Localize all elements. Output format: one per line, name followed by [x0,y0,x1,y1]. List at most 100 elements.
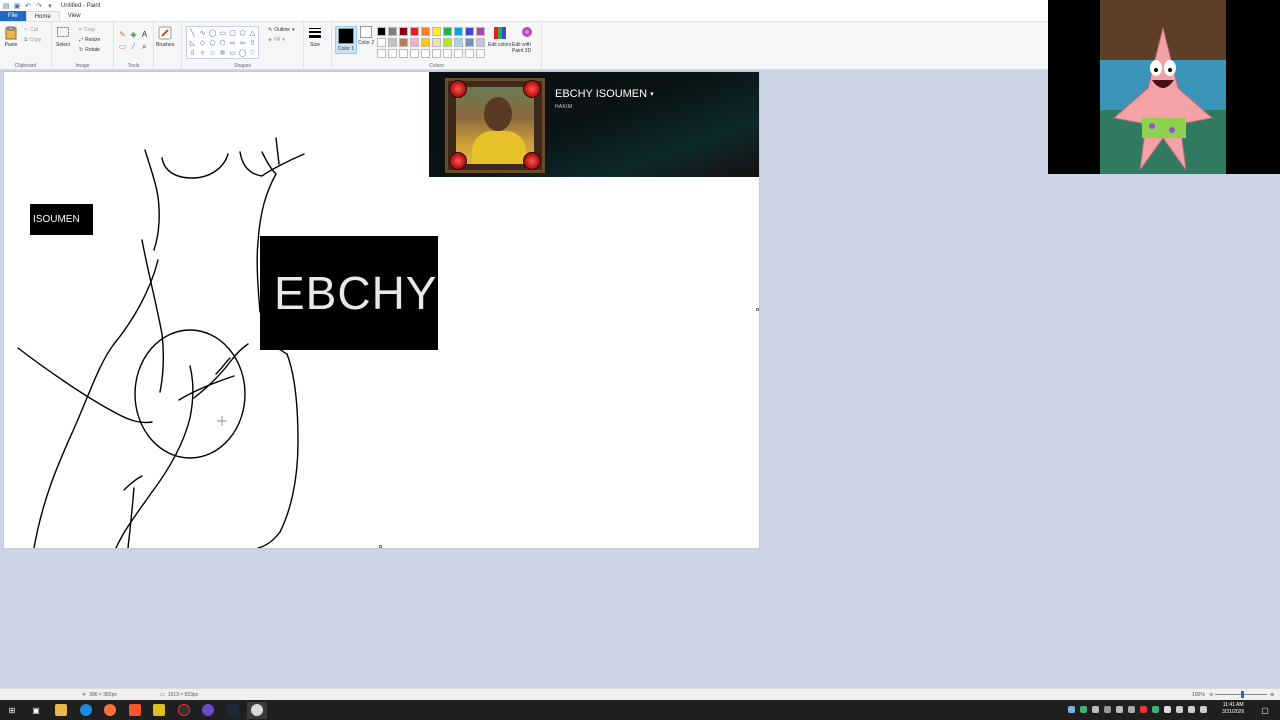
tray-mic-icon[interactable] [1104,706,1111,713]
fill-bucket-icon[interactable]: ◈ [129,30,138,39]
palette-swatch[interactable] [410,38,419,47]
outline-dropdown[interactable]: ✎ Outline ▾ [268,27,295,33]
palette-swatch[interactable] [476,49,485,58]
palette-swatch[interactable] [454,49,463,58]
notes-app-icon[interactable] [153,704,165,716]
palette-swatch[interactable] [388,49,397,58]
tray-speaker-icon[interactable] [1176,706,1183,713]
arrow-up-shape-icon[interactable]: ⇧ [248,38,257,47]
task-view-icon[interactable]: ▣ [30,704,42,716]
size-button[interactable]: Size [308,26,322,48]
tab-file[interactable]: File [0,11,26,21]
undo-icon[interactable]: ↶ [24,2,32,10]
zoom-out-icon[interactable]: ⊖ [1209,692,1213,698]
firefox-icon[interactable] [104,704,116,716]
tray-battery-icon[interactable] [1188,706,1195,713]
paste-button[interactable]: Paste [4,26,18,48]
save-icon[interactable]: ▣ [13,2,21,10]
magnifier-icon[interactable]: ⌕ [140,42,149,51]
copy-button[interactable]: ⧉ Copy [24,37,41,43]
palette-swatch[interactable] [454,38,463,47]
hexagon-shape-icon[interactable]: ⬡ [218,38,227,47]
palette-swatch[interactable] [388,38,397,47]
edge-icon[interactable] [80,704,92,716]
palette-swatch[interactable] [432,27,441,36]
star-five-shape-icon[interactable]: ☆ [208,48,217,57]
heart-shape-icon[interactable]: ♡ [248,48,257,57]
right-triangle-shape-icon[interactable]: ◺ [188,38,197,47]
palette-swatch[interactable] [432,49,441,58]
arrow-left-shape-icon[interactable]: ⇦ [238,38,247,47]
taskbar-clock[interactable]: 11:41 AM 3/31/2026 [1222,702,1244,716]
discord-icon[interactable] [202,704,214,716]
palette-swatch[interactable] [410,27,419,36]
obs-icon[interactable] [178,704,190,716]
canvas-resize-handle-bottom[interactable] [379,545,382,548]
palette-swatch[interactable] [465,49,474,58]
palette-swatch[interactable] [421,38,430,47]
palette-swatch[interactable] [443,49,452,58]
palette-swatch[interactable] [377,49,386,58]
pentagon-shape-icon[interactable]: ⬠ [208,38,217,47]
eraser-icon[interactable]: ▭ [118,42,127,51]
edit-colors-button[interactable]: Edit colors [488,26,511,48]
tray-network-icon[interactable] [1068,706,1075,713]
palette-swatch[interactable] [421,49,430,58]
palette-swatch[interactable] [410,49,419,58]
tray-volume-icon[interactable] [1116,706,1123,713]
palette-swatch[interactable] [377,27,386,36]
callout-oval-shape-icon[interactable]: ◯ [238,48,247,57]
redo-icon[interactable]: ↷ [35,2,43,10]
palette-swatch[interactable] [377,38,386,47]
palette-swatch[interactable] [476,27,485,36]
zoom-slider-thumb[interactable] [1241,691,1244,698]
profile-name[interactable]: EBCHY ISOUMEN ▾ [555,88,654,100]
oval-shape-icon[interactable]: ◯ [208,28,217,37]
zoom-in-icon[interactable]: ⊕ [1270,692,1274,698]
select-button[interactable]: Select [56,26,70,48]
paint-taskbar-icon[interactable] [251,704,263,716]
tray-app-icon-2[interactable] [1128,706,1135,713]
rounded-rectangle-shape-icon[interactable]: ▢ [228,28,237,37]
text-tool-icon[interactable]: A [140,30,149,39]
tray-wifi-icon[interactable] [1164,706,1171,713]
canvas-resize-handle-right[interactable] [756,308,759,311]
pencil-icon[interactable]: ✎ [118,30,127,39]
steam-icon[interactable] [227,704,239,716]
crop-button[interactable]: ⌗ Crop [79,27,95,33]
tab-view[interactable]: View [60,11,89,21]
edit-paint3d-button[interactable]: Edit with Paint 3D [512,26,541,54]
file-explorer-icon[interactable] [55,704,67,716]
callout-rect-shape-icon[interactable]: ▭ [228,48,237,57]
palette-swatch[interactable] [443,38,452,47]
palette-swatch[interactable] [399,27,408,36]
start-icon[interactable]: ⊞ [6,704,18,716]
tray-bluetooth-icon[interactable] [1092,706,1099,713]
resize-button[interactable]: ⤢ Resize [79,37,100,43]
palette-swatch[interactable] [399,49,408,58]
palette-swatch[interactable] [421,27,430,36]
palette-swatch[interactable] [432,38,441,47]
star-four-shape-icon[interactable]: ✧ [198,48,207,57]
palette-swatch[interactable] [399,38,408,47]
palette-swatch[interactable] [465,38,474,47]
quick-access-dropdown-icon[interactable]: ▾ [46,2,54,10]
tray-record-icon[interactable] [1140,706,1147,713]
arrow-down-shape-icon[interactable]: ⇩ [188,48,197,57]
triangle-shape-icon[interactable]: △ [248,28,257,37]
polygon-shape-icon[interactable]: ⬠ [238,28,247,37]
color-picker-icon[interactable]: ⁄ [129,42,138,51]
tray-language-icon[interactable] [1200,706,1207,713]
line-shape-icon[interactable]: ╲ [188,28,197,37]
color1-button[interactable]: Color 1 [335,26,358,54]
brave-icon[interactable] [129,704,141,716]
color2-button[interactable]: Color 2 [358,26,374,46]
palette-swatch[interactable] [465,27,474,36]
tab-home[interactable]: Home [25,11,60,21]
palette-swatch[interactable] [454,27,463,36]
rectangle-shape-icon[interactable]: ▭ [218,28,227,37]
palette-swatch[interactable] [443,27,452,36]
notification-icon[interactable]: ▢ [1259,704,1271,716]
tray-app-icon[interactable] [1080,706,1087,713]
curve-shape-icon[interactable]: ∿ [198,28,207,37]
